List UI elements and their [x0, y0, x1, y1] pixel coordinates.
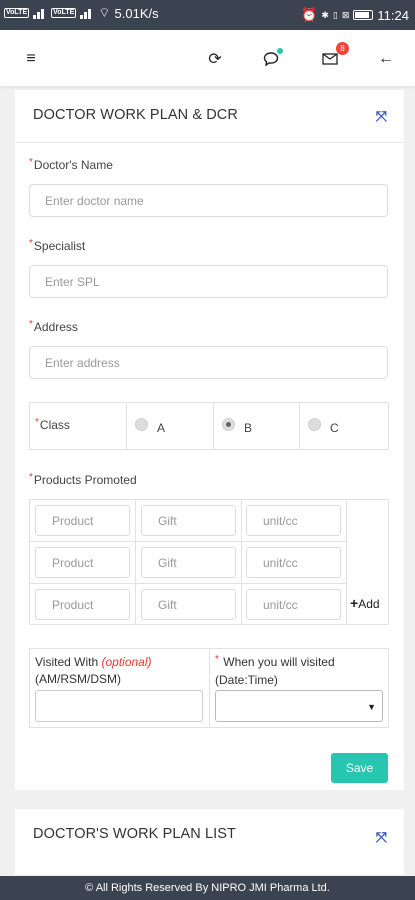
radio-b-label: B — [244, 421, 253, 435]
unit-input[interactable]: unit/cc — [246, 547, 341, 578]
visit-details: Visited With (optional) (AM/RSM/DSM) * W… — [29, 648, 389, 728]
class-option-a[interactable]: A — [126, 403, 213, 449]
address-label: *Address — [29, 319, 78, 334]
mail-badge: 8 — [336, 42, 349, 55]
products-label: *Products Promoted — [29, 472, 137, 487]
unit-input[interactable]: unit/cc — [246, 589, 341, 620]
class-selector: *Class A B C — [29, 402, 389, 450]
chat-icon[interactable] — [260, 48, 283, 70]
doctor-name-label: *Doctor's Name — [29, 157, 113, 172]
dropdown-caret-icon: ▼ — [367, 702, 376, 712]
back-arrow-icon[interactable]: ← — [375, 48, 397, 70]
doctor-name-input[interactable]: Enter doctor name — [29, 184, 388, 217]
expand-icon[interactable]: ⤧ — [376, 829, 387, 846]
no-sim-icon: ⊠ — [341, 9, 350, 20]
expand-icon[interactable]: ⤧ — [376, 108, 387, 125]
status-bar: VoLTE VoLTE ⌔ 5.01K/s ⏰ ✱ ▯ ⊠ 11:24 — [0, 0, 415, 30]
doctor-name-placeholder: Enter doctor name — [45, 193, 144, 208]
menu-icon[interactable]: ≡ — [20, 48, 42, 70]
app-bar: ≡ ⟳ 8 ← — [0, 30, 415, 86]
vibrate-icon: ▯ — [332, 9, 338, 20]
volte-icon: VoLTE — [4, 8, 30, 18]
volte-icon-2: VoLTE — [51, 8, 77, 18]
specialist-label: *Specialist — [29, 238, 86, 253]
when-visited-select[interactable]: ▼ — [215, 690, 383, 722]
status-time: 11:24 — [377, 7, 409, 23]
class-option-b[interactable]: B — [213, 403, 299, 449]
mail-icon[interactable]: 8 — [319, 42, 349, 70]
optional-tag: (optional) — [101, 655, 152, 669]
refresh-icon[interactable]: ⟳ — [204, 48, 226, 70]
signal-icon — [33, 7, 47, 19]
battery-icon — [353, 10, 374, 20]
chat-notification-dot — [277, 48, 283, 54]
add-product-button[interactable]: +Add — [350, 595, 380, 611]
address-placeholder: Enter address — [45, 355, 120, 370]
unit-input[interactable]: unit/cc — [246, 505, 341, 536]
bluetooth-icon: ✱ — [321, 9, 329, 20]
specialist-placeholder: Enter SPL — [45, 274, 100, 289]
class-label: *Class — [35, 417, 70, 432]
product-input[interactable]: Product — [35, 505, 130, 536]
class-option-c[interactable]: C — [299, 403, 388, 449]
specialist-input[interactable]: Enter SPL — [29, 265, 388, 298]
form-title: DOCTOR WORK PLAN & DCR — [33, 107, 238, 123]
footer: © All Rights Reserved By NIPRO JMI Pharm… — [0, 876, 415, 900]
products-table: Product Gift unit/cc Product Gift unit/c… — [29, 499, 389, 625]
visited-with-label: Visited With (optional) (AM/RSM/DSM) — [35, 655, 152, 686]
radio-a[interactable] — [135, 418, 148, 431]
wifi-icon: ⌔ — [98, 5, 111, 20]
when-visited-label: * When you will visited (Date:Time) — [215, 654, 335, 687]
save-button[interactable]: Save — [331, 753, 388, 783]
doctor-work-plan-card: DOCTOR WORK PLAN & DCR ⤧ *Doctor's Name … — [15, 90, 404, 790]
work-plan-list-card: DOCTOR'S WORK PLAN LIST ⤧ — [15, 809, 404, 875]
gift-input[interactable]: Gift — [141, 547, 236, 578]
product-input[interactable]: Product — [35, 547, 130, 578]
product-input[interactable]: Product — [35, 589, 130, 620]
radio-a-label: A — [157, 421, 166, 435]
list-title: DOCTOR'S WORK PLAN LIST — [33, 826, 236, 842]
radio-c[interactable] — [308, 418, 321, 431]
alarm-icon: ⏰ — [301, 7, 318, 22]
network-speed: 5.01K/s — [114, 5, 159, 21]
address-input[interactable]: Enter address — [29, 346, 388, 379]
radio-b[interactable] — [222, 418, 235, 431]
gift-input[interactable]: Gift — [141, 589, 236, 620]
radio-c-label: C — [330, 421, 339, 435]
signal-icon-2 — [80, 7, 94, 19]
visited-with-input[interactable] — [35, 690, 203, 722]
divider — [15, 142, 404, 143]
plus-icon: + — [350, 595, 359, 611]
gift-input[interactable]: Gift — [141, 505, 236, 536]
